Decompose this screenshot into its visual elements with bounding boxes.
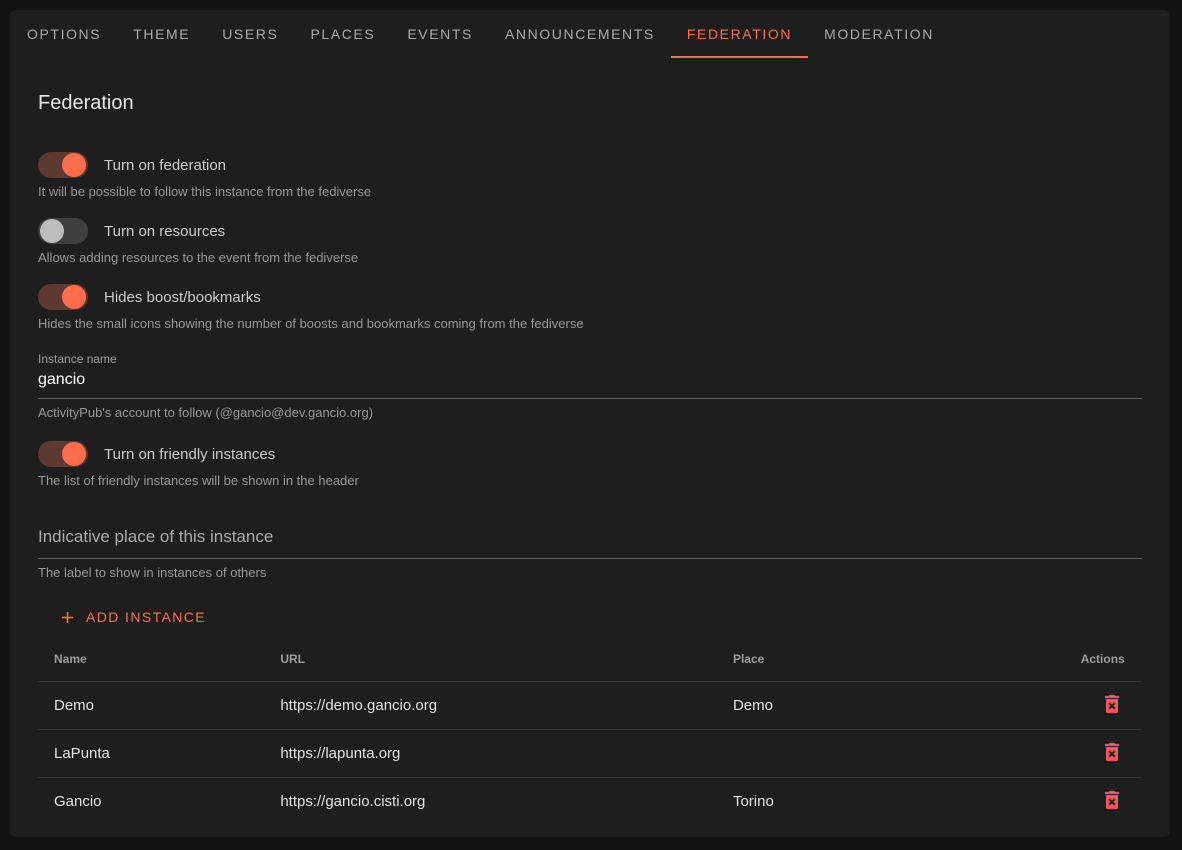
toggle-knob	[62, 153, 86, 177]
instance-name-cell: Gancio	[38, 777, 264, 825]
delete-instance-button[interactable]	[1098, 690, 1126, 718]
resources-toggle-label[interactable]: Turn on resources	[104, 223, 225, 240]
instance-url-cell: https://lapunta.org	[264, 729, 717, 777]
tab-places[interactable]: PLACES	[294, 10, 391, 58]
federation-settings-panel: Federation Turn on federation It will be…	[10, 90, 1170, 825]
trash-delete-forever-icon	[1100, 752, 1124, 767]
resources-toggle-row: Turn on resources	[38, 218, 1142, 244]
table-row: Gancio https://gancio.cisti.org Torino	[38, 777, 1142, 825]
instance-url-cell: https://demo.gancio.org	[264, 681, 717, 729]
tab-theme[interactable]: THEME	[117, 10, 206, 58]
federation-toggle-label[interactable]: Turn on federation	[104, 157, 226, 174]
tab-label: FEDERATION	[687, 26, 792, 42]
tab-federation[interactable]: FEDERATION	[671, 10, 808, 58]
toggle-knob	[62, 285, 86, 309]
table-header-row: Name URL Place Actions	[38, 637, 1142, 681]
friendly-instances-toggle-label[interactable]: Turn on friendly instances	[104, 446, 275, 463]
instance-url-cell: https://gancio.cisti.org	[264, 777, 717, 825]
federation-toggle-row: Turn on federation	[38, 152, 1142, 178]
boost-bookmarks-toggle[interactable]	[38, 284, 88, 310]
instance-name-cell: LaPunta	[38, 729, 264, 777]
federation-toggle[interactable]	[38, 152, 88, 178]
add-instance-button[interactable]: ADD INSTANCE	[50, 599, 214, 635]
tab-users[interactable]: USERS	[206, 10, 294, 58]
resources-toggle-hint: Allows adding resources to the event fro…	[38, 250, 1142, 266]
boost-bookmarks-toggle-label[interactable]: Hides boost/bookmarks	[104, 289, 261, 306]
tab-label: MODERATION	[824, 26, 934, 42]
instance-place-cell: Torino	[717, 777, 1065, 825]
tab-label: EVENTS	[407, 26, 473, 42]
table-row: LaPunta https://lapunta.org	[38, 729, 1142, 777]
tab-label: OPTIONS	[27, 26, 101, 42]
plus-icon	[58, 608, 77, 627]
friendly-instances-toggle[interactable]	[38, 441, 88, 467]
friendly-toggle-row: Turn on friendly instances	[38, 441, 1142, 467]
table-row: Demo https://demo.gancio.org Demo	[38, 681, 1142, 729]
tab-options[interactable]: OPTIONS	[11, 10, 117, 58]
tab-moderation[interactable]: MODERATION	[808, 10, 950, 58]
delete-instance-button[interactable]	[1098, 738, 1126, 766]
tab-events[interactable]: EVENTS	[391, 10, 489, 58]
page-title: Federation	[38, 90, 1142, 116]
instance-name-hint: ActivityPub's account to follow (@gancio…	[38, 405, 1142, 421]
boost-toggle-row: Hides boost/bookmarks	[38, 284, 1142, 310]
instance-name-field: Instance name ActivityPub's account to f…	[38, 352, 1142, 421]
instance-name-label: Instance name	[38, 352, 1142, 366]
toggle-knob	[62, 442, 86, 466]
header-name: Name	[38, 637, 264, 681]
instance-name-input[interactable]	[38, 366, 1142, 399]
tab-label: USERS	[222, 26, 278, 42]
tab-announcements[interactable]: ANNOUNCEMENTS	[489, 10, 671, 58]
friendly-instances-toggle-hint: The list of friendly instances will be s…	[38, 473, 1142, 489]
header-place: Place	[717, 637, 1065, 681]
tab-bar: OPTIONS THEME USERS PLACES EVENTS ANNOUN…	[10, 10, 1170, 58]
add-instance-button-label: ADD INSTANCE	[86, 609, 206, 625]
header-url: URL	[264, 637, 717, 681]
trash-delete-forever-icon	[1100, 800, 1124, 815]
trash-delete-forever-icon	[1100, 704, 1124, 719]
instance-place-input[interactable]	[38, 523, 1142, 559]
instance-place-cell	[717, 729, 1065, 777]
instances-table: Name URL Place Actions Demo https://demo…	[38, 637, 1142, 825]
federation-toggle-hint: It will be possible to follow this insta…	[38, 184, 1142, 200]
header-actions: Actions	[1065, 637, 1142, 681]
resources-toggle[interactable]	[38, 218, 88, 244]
toggle-knob	[40, 219, 64, 243]
boost-bookmarks-toggle-hint: Hides the small icons showing the number…	[38, 316, 1142, 332]
delete-instance-button[interactable]	[1098, 786, 1126, 814]
tab-label: PLACES	[310, 26, 375, 42]
instance-place-field: The label to show in instances of others	[38, 523, 1142, 581]
tab-label: THEME	[133, 26, 190, 42]
instance-place-hint: The label to show in instances of others	[38, 565, 1142, 581]
admin-panel-card: OPTIONS THEME USERS PLACES EVENTS ANNOUN…	[10, 10, 1170, 837]
instance-name-cell: Demo	[38, 681, 264, 729]
tab-label: ANNOUNCEMENTS	[505, 26, 655, 42]
instance-place-cell: Demo	[717, 681, 1065, 729]
